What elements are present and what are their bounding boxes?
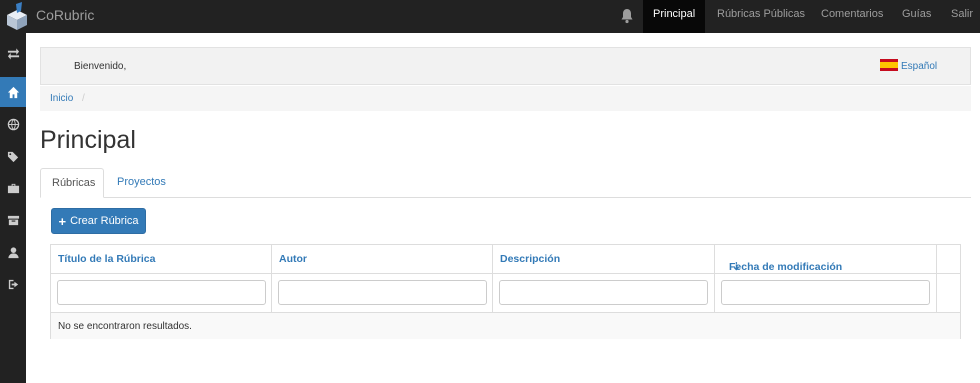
briefcase-icon: [7, 183, 19, 193]
empty-message: No se encontraron resultados.: [58, 321, 192, 332]
tabs-divider: [40, 197, 971, 198]
table-row: No se encontraron resultados.: [51, 312, 960, 339]
breadcrumb-separator: /: [82, 93, 85, 104]
tags-icon: [7, 151, 18, 162]
column-header-modified[interactable]: Fecha de modificación ⇣: [715, 245, 937, 273]
user-icon: [7, 246, 19, 258]
sidebar: [0, 33, 26, 383]
globe-icon: [7, 118, 19, 130]
filter-modified-input[interactable]: [721, 280, 930, 305]
archive-icon: [7, 215, 19, 225]
nav-salir[interactable]: Salir: [941, 0, 980, 33]
corubric-logo-icon[interactable]: [5, 2, 29, 30]
column-title-label: Título de la Rúbrica: [58, 253, 156, 265]
nav-guias[interactable]: Guías: [892, 0, 941, 33]
spain-flag-icon[interactable]: [880, 59, 898, 71]
column-description-label: Descripción: [500, 253, 561, 265]
sort-desc-icon[interactable]: ⇣: [732, 261, 741, 273]
create-rubric-label: Crear Rúbrica: [70, 215, 139, 227]
sidebar-item-public[interactable]: [0, 109, 26, 139]
column-header-description[interactable]: Descripción: [493, 245, 715, 273]
sidebar-item-tags[interactable]: [0, 141, 26, 171]
sidebar-toggle[interactable]: [0, 38, 26, 68]
tab-proyectos[interactable]: Proyectos: [106, 168, 177, 198]
rubrics-table: Título de la Rúbrica Autor Descripción F…: [50, 244, 961, 339]
column-header-author[interactable]: Autor: [272, 245, 493, 273]
create-rubric-button[interactable]: + Crear Rúbrica: [51, 208, 146, 234]
filter-title-input[interactable]: [57, 280, 266, 305]
sidebar-item-projects[interactable]: [0, 173, 26, 203]
filter-author-input[interactable]: [278, 280, 487, 305]
sidebar-item-logout[interactable]: [0, 269, 26, 299]
bell-icon[interactable]: [620, 8, 634, 24]
home-icon: [7, 86, 19, 98]
sidebar-item-archive[interactable]: [0, 205, 26, 235]
page-title: Principal: [40, 126, 136, 154]
welcome-panel: Bienvenido, Español: [40, 47, 971, 85]
filter-row: [51, 273, 960, 312]
logout-icon: [8, 279, 18, 289]
top-navbar: CoRubric Principal Rúbricas Públicas Com…: [0, 0, 980, 33]
welcome-text: Bienvenido,: [74, 61, 127, 72]
tab-rubricas[interactable]: Rúbricas: [40, 168, 104, 198]
nav-principal[interactable]: Principal: [643, 0, 706, 33]
sidebar-item-profile[interactable]: [0, 237, 26, 267]
sidebar-item-home[interactable]: [0, 77, 26, 107]
nav-comentarios[interactable]: Comentarios: [811, 0, 893, 33]
breadcrumb-home[interactable]: Inicio: [50, 93, 73, 104]
language-selector[interactable]: Español: [901, 61, 937, 72]
breadcrumb: Inicio /: [40, 86, 971, 111]
nav-rubricas-publicas[interactable]: Rúbricas Públicas: [707, 0, 815, 33]
plus-icon: +: [58, 213, 67, 229]
brand-name[interactable]: CoRubric: [36, 7, 94, 23]
filter-description-input[interactable]: [499, 280, 708, 305]
swap-arrows-icon: [7, 47, 19, 60]
column-header-title[interactable]: Título de la Rúbrica: [51, 245, 272, 273]
column-author-label: Autor: [279, 253, 307, 265]
